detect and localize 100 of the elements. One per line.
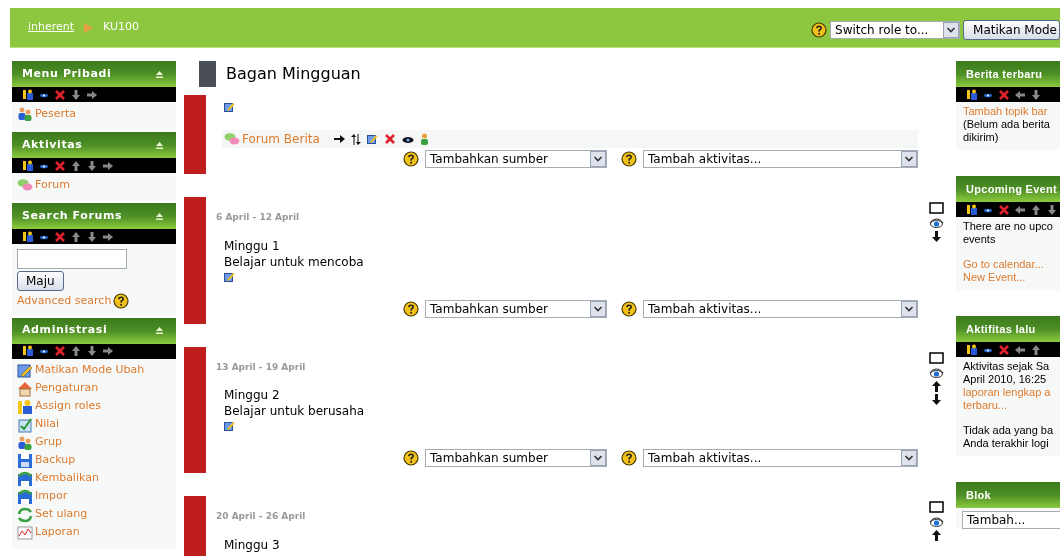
- left-arrow-icon[interactable]: [1014, 203, 1026, 216]
- add-activity-select[interactable]: Tambah aktivitas...: [643, 449, 918, 467]
- search-button[interactable]: Maju: [17, 271, 64, 291]
- assign-roles-icon[interactable]: [966, 88, 978, 101]
- breadcrumb-link[interactable]: inherent: [28, 19, 75, 36]
- eye-icon[interactable]: [929, 216, 944, 229]
- down-arrow-icon[interactable]: [70, 88, 82, 101]
- delete-icon[interactable]: [998, 343, 1010, 356]
- edit-icon[interactable]: [366, 134, 378, 144]
- up-arrow-icon[interactable]: [932, 530, 941, 541]
- up-arrow-icon[interactable]: [1030, 203, 1042, 216]
- right-arrow-icon[interactable]: [333, 134, 345, 144]
- down-arrow-icon[interactable]: [932, 393, 941, 405]
- add-resource-select[interactable]: Tambahkan sumber: [425, 150, 607, 168]
- left-arrow-icon[interactable]: [1014, 88, 1026, 101]
- collapse-icon[interactable]: [155, 211, 164, 221]
- help-icon[interactable]: [621, 151, 637, 167]
- delete-icon[interactable]: [998, 203, 1010, 216]
- highlight-icon[interactable]: [929, 351, 944, 364]
- sidebar-link[interactable]: Backup: [17, 452, 176, 469]
- down-arrow-icon[interactable]: [932, 231, 941, 242]
- add-block-select[interactable]: Tambah...: [962, 511, 1060, 529]
- right-arrow-icon[interactable]: [102, 230, 114, 243]
- up-arrow-icon[interactable]: [70, 345, 82, 357]
- eye-icon[interactable]: [401, 134, 414, 144]
- sidebar-link[interactable]: Kembalikan: [17, 470, 176, 487]
- help-icon[interactable]: [811, 21, 828, 38]
- block-title: Aktivitas: [22, 136, 83, 153]
- assign-roles-icon[interactable]: [22, 230, 34, 243]
- forum-link[interactable]: Forum Berita: [224, 130, 320, 148]
- edit-icon[interactable]: [224, 421, 235, 431]
- left-arrow-icon[interactable]: [1014, 343, 1026, 356]
- down-arrow-icon[interactable]: [1030, 88, 1042, 101]
- sidebar-link[interactable]: Laporan: [17, 524, 176, 541]
- down-arrow-icon[interactable]: [86, 159, 98, 172]
- help-icon[interactable]: [403, 450, 419, 466]
- delete-icon[interactable]: [54, 88, 66, 101]
- advanced-search-link[interactable]: Advanced search: [17, 293, 112, 310]
- sidebar-link[interactable]: Assign roles: [17, 398, 176, 415]
- right-arrow-icon[interactable]: [86, 88, 98, 101]
- collapse-icon[interactable]: [155, 140, 164, 150]
- add-activity-select[interactable]: Tambah aktivitas...: [643, 150, 918, 168]
- add-resource-select[interactable]: Tambahkan sumber: [425, 449, 607, 467]
- edit-icon[interactable]: [224, 102, 235, 112]
- block-link[interactable]: New Event...: [963, 271, 1060, 284]
- block-title: Administrasi: [22, 322, 108, 339]
- edit-mode-button[interactable]: Matikan Mode: [963, 19, 1060, 40]
- delete-icon[interactable]: [54, 345, 66, 357]
- block-text: (Belum ada berita: [963, 118, 1051, 131]
- up-down-arrows-icon[interactable]: [350, 133, 361, 145]
- search-field[interactable]: [17, 249, 127, 269]
- assign-roles-icon[interactable]: [966, 203, 978, 216]
- right-arrow-icon[interactable]: [102, 345, 114, 357]
- eye-icon[interactable]: [929, 515, 944, 528]
- down-arrow-icon[interactable]: [86, 345, 98, 357]
- delete-icon[interactable]: [998, 88, 1010, 101]
- add-resource-select[interactable]: Tambahkan sumber: [425, 299, 607, 318]
- up-arrow-icon[interactable]: [1030, 343, 1042, 356]
- sidebar-link[interactable]: Nilai: [17, 416, 176, 433]
- assign-roles-icon[interactable]: [966, 343, 978, 356]
- help-icon[interactable]: [621, 300, 637, 317]
- delete-icon[interactable]: [54, 159, 66, 172]
- sidebar-link[interactable]: Peserta: [17, 106, 176, 122]
- sidebar-link[interactable]: Forum: [17, 177, 176, 193]
- delete-icon[interactable]: [383, 133, 396, 145]
- block-link[interactable]: terbaru...: [963, 399, 1060, 412]
- block-link[interactable]: Tambah topik bar: [963, 105, 1060, 118]
- block-link[interactable]: Go to calendar...: [963, 258, 1060, 271]
- highlight-icon[interactable]: [929, 501, 944, 513]
- up-arrow-icon[interactable]: [70, 159, 82, 172]
- person-icon[interactable]: [419, 133, 429, 145]
- switch-role-select[interactable]: Switch role to...: [830, 20, 961, 39]
- sidebar-link[interactable]: Matikan Mode Ubah: [17, 362, 176, 379]
- delete-icon[interactable]: [54, 230, 66, 243]
- block-text: April 2010, 16:25: [963, 373, 1048, 386]
- collapse-icon[interactable]: [155, 69, 164, 79]
- week-dates: 6 April - 12 April: [215, 211, 301, 224]
- help-icon[interactable]: [403, 300, 419, 317]
- right-arrow-icon[interactable]: [102, 159, 114, 172]
- down-arrow-icon[interactable]: [1046, 203, 1058, 216]
- up-arrow-icon[interactable]: [70, 230, 82, 243]
- section-marker: [184, 496, 206, 556]
- highlight-icon[interactable]: [929, 202, 944, 214]
- help-icon[interactable]: [403, 151, 419, 167]
- sidebar-link[interactable]: Grup: [17, 434, 176, 451]
- sidebar-link[interactable]: Impor: [17, 488, 176, 505]
- collapse-icon[interactable]: [155, 326, 164, 335]
- help-icon[interactable]: [621, 450, 637, 466]
- help-icon[interactable]: [113, 293, 130, 310]
- sidebar-link[interactable]: Pengaturan: [17, 380, 176, 397]
- block-link[interactable]: laporan lengkap a: [963, 386, 1060, 399]
- down-arrow-icon[interactable]: [86, 230, 98, 243]
- assign-roles-icon[interactable]: [22, 345, 34, 357]
- edit-icon[interactable]: [224, 271, 235, 282]
- add-activity-select[interactable]: Tambah aktivitas...: [643, 299, 918, 318]
- sidebar-link[interactable]: Set ulang: [17, 506, 176, 523]
- eye-icon[interactable]: [929, 365, 944, 379]
- up-arrow-icon[interactable]: [932, 380, 941, 392]
- assign-roles-icon[interactable]: [22, 159, 34, 172]
- assign-roles-icon[interactable]: [22, 88, 34, 101]
